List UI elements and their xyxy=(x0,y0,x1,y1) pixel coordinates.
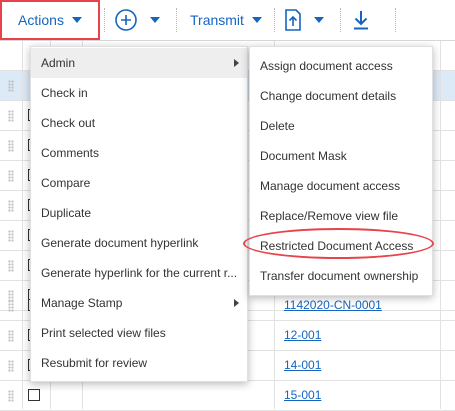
menu-item-label: Assign document access xyxy=(260,59,393,73)
menu-item-resubmit-for-review[interactable]: Resubmit for review xyxy=(31,348,247,378)
document-link[interactable]: 12-001 xyxy=(284,328,321,342)
menu-item-comments[interactable]: Comments xyxy=(31,138,247,168)
menu-item-label: Restricted Document Access xyxy=(260,239,414,253)
chevron-down-icon xyxy=(71,17,82,23)
toolbar-divider xyxy=(340,8,341,32)
drag-handle-icon[interactable] xyxy=(8,230,14,242)
menu-item-label: Resubmit for review xyxy=(41,356,148,370)
document-upload-icon xyxy=(285,9,301,31)
menu-item-label: Delete xyxy=(260,119,295,133)
menu-item-label: Generate hyperlink for the current r... xyxy=(41,266,238,280)
menu-item-delete[interactable]: Delete xyxy=(250,111,432,141)
menu-item-label: Transfer document ownership xyxy=(260,269,419,283)
menu-item-label: Change document details xyxy=(260,89,397,103)
drag-handle-icon[interactable] xyxy=(8,390,14,402)
actions-menu: Admin Check in Check out Comments Compar… xyxy=(30,46,248,382)
drag-handle-icon[interactable] xyxy=(8,80,14,92)
menu-item-label: Compare xyxy=(41,176,91,190)
toolbar-divider xyxy=(104,8,105,32)
drag-handle-icon[interactable] xyxy=(8,140,14,152)
plus-circle-icon xyxy=(115,9,137,31)
menu-item-label: Comments xyxy=(41,146,100,160)
document-link[interactable]: 1142020-CN-0001 xyxy=(284,298,382,312)
menu-item-label: Manage document access xyxy=(260,179,401,193)
menu-item-label: Admin xyxy=(41,56,76,70)
download-button[interactable] xyxy=(352,0,370,40)
menu-item-manage-document-access[interactable]: Manage document access xyxy=(250,171,432,201)
menu-item-manage-stamp[interactable]: Manage Stamp xyxy=(31,288,247,318)
upload-document-button[interactable] xyxy=(284,0,324,40)
toolbar-divider xyxy=(395,8,396,32)
transmit-label: Transmit xyxy=(190,12,244,28)
transmit-button[interactable]: Transmit xyxy=(190,0,262,40)
document-link[interactable]: 15-001 xyxy=(284,388,321,402)
menu-item-label: Duplicate xyxy=(41,206,92,220)
menu-item-check-in[interactable]: Check in xyxy=(31,78,247,108)
menu-item-check-out[interactable]: Check out xyxy=(31,108,247,138)
drag-handle-icon[interactable] xyxy=(8,300,14,312)
drag-handle-icon[interactable] xyxy=(8,330,14,342)
toolbar-divider xyxy=(176,8,177,32)
drag-handle-icon[interactable] xyxy=(8,110,14,122)
column-divider xyxy=(440,41,441,409)
drag-handle-icon[interactable] xyxy=(8,200,14,212)
menu-item-label: Print selected view files xyxy=(41,326,166,340)
drag-handle-icon[interactable] xyxy=(8,360,14,372)
menu-item-label: Check out xyxy=(41,116,96,130)
toolbar-divider xyxy=(274,8,275,32)
menu-item-transfer-document-ownership[interactable]: Transfer document ownership xyxy=(250,261,432,291)
menu-item-generate-document-hyperlink[interactable]: Generate document hyperlink xyxy=(31,228,247,258)
actions-button[interactable]: Actions xyxy=(0,0,100,40)
table-row[interactable]: 15-001 xyxy=(0,381,455,411)
chevron-right-icon xyxy=(234,299,239,307)
menu-item-label: Document Mask xyxy=(260,149,347,163)
chevron-down-icon xyxy=(251,17,262,23)
drag-handle-icon[interactable] xyxy=(8,260,14,272)
menu-item-duplicate[interactable]: Duplicate xyxy=(31,198,247,228)
row-checkbox[interactable] xyxy=(28,389,40,401)
download-icon xyxy=(354,11,368,30)
menu-item-label: Manage Stamp xyxy=(41,296,123,310)
toolbar: Actions Transmit xyxy=(0,0,455,41)
menu-item-assign-document-access[interactable]: Assign document access xyxy=(250,51,432,81)
menu-item-change-document-details[interactable]: Change document details xyxy=(250,81,432,111)
menu-item-admin[interactable]: Admin xyxy=(31,48,247,78)
menu-item-compare[interactable]: Compare xyxy=(31,168,247,198)
drag-handle-icon[interactable] xyxy=(8,170,14,182)
menu-item-label: Generate document hyperlink xyxy=(41,236,199,250)
menu-item-label: Check in xyxy=(41,86,88,100)
column-divider xyxy=(22,41,23,409)
menu-item-document-mask[interactable]: Document Mask xyxy=(250,141,432,171)
add-button[interactable] xyxy=(114,0,160,40)
document-link[interactable]: 14-001 xyxy=(284,358,321,372)
menu-item-label: Replace/Remove view file xyxy=(260,209,399,223)
menu-item-generate-hyperlink-current[interactable]: Generate hyperlink for the current r... xyxy=(31,258,247,288)
chevron-down-icon xyxy=(150,17,160,23)
menu-item-restricted-document-access[interactable]: Restricted Document Access xyxy=(250,231,432,261)
menu-item-print-selected-view-files[interactable]: Print selected view files xyxy=(31,318,247,348)
menu-item-replace-remove-view-file[interactable]: Replace/Remove view file xyxy=(250,201,432,231)
chevron-down-icon xyxy=(314,17,324,23)
chevron-right-icon xyxy=(234,59,239,67)
actions-label: Actions xyxy=(18,12,64,28)
admin-submenu: Assign document access Change document d… xyxy=(249,46,433,296)
